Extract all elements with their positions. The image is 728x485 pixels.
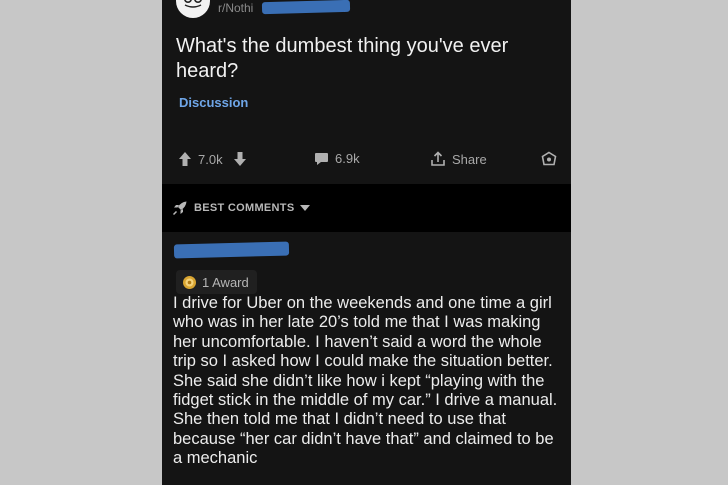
post-action-bar: 7.0k 6.9k Share: [162, 148, 571, 172]
comment-bubble-icon: [315, 152, 328, 165]
redaction-mark: [261, 0, 351, 15]
share-icon: [431, 151, 445, 166]
award-medal-icon: [183, 275, 196, 289]
downvote-arrow-icon[interactable]: [233, 151, 247, 167]
share-label: Share: [452, 151, 487, 167]
comment-count: 6.9k: [335, 151, 360, 166]
upvote-count: 7.0k: [198, 151, 223, 167]
comment-body: I drive for Uber on the weekends and one…: [173, 294, 558, 468]
subreddit-name-prefix: r/Nothi: [218, 1, 254, 15]
vote-group: 7.0k: [178, 151, 247, 167]
award-label: 1 Award: [202, 274, 249, 290]
award-badge[interactable]: 1 Award: [176, 270, 257, 294]
save-award-icon: [541, 151, 557, 166]
alien-face-icon: [184, 0, 202, 8]
chevron-down-icon: [300, 205, 311, 211]
rocket-icon: [172, 201, 187, 216]
reddit-post-screen: r/Nothih What's the dumbest thing you've…: [162, 0, 571, 485]
sort-label: BEST COMMENTS: [194, 202, 295, 214]
post-title[interactable]: What's the dumbest thing you've ever hea…: [176, 34, 561, 84]
share-button[interactable]: Share: [430, 151, 487, 167]
upvote-arrow-icon[interactable]: [178, 151, 192, 167]
post-flair[interactable]: Discussion: [179, 95, 248, 110]
comments-button[interactable]: 6.9k: [314, 151, 360, 166]
subreddit-avatar[interactable]: [176, 0, 210, 18]
comment-author-redaction: [173, 241, 290, 259]
save-award-button[interactable]: [540, 151, 558, 169]
comment-sort-bar[interactable]: BEST COMMENTS: [162, 184, 571, 232]
